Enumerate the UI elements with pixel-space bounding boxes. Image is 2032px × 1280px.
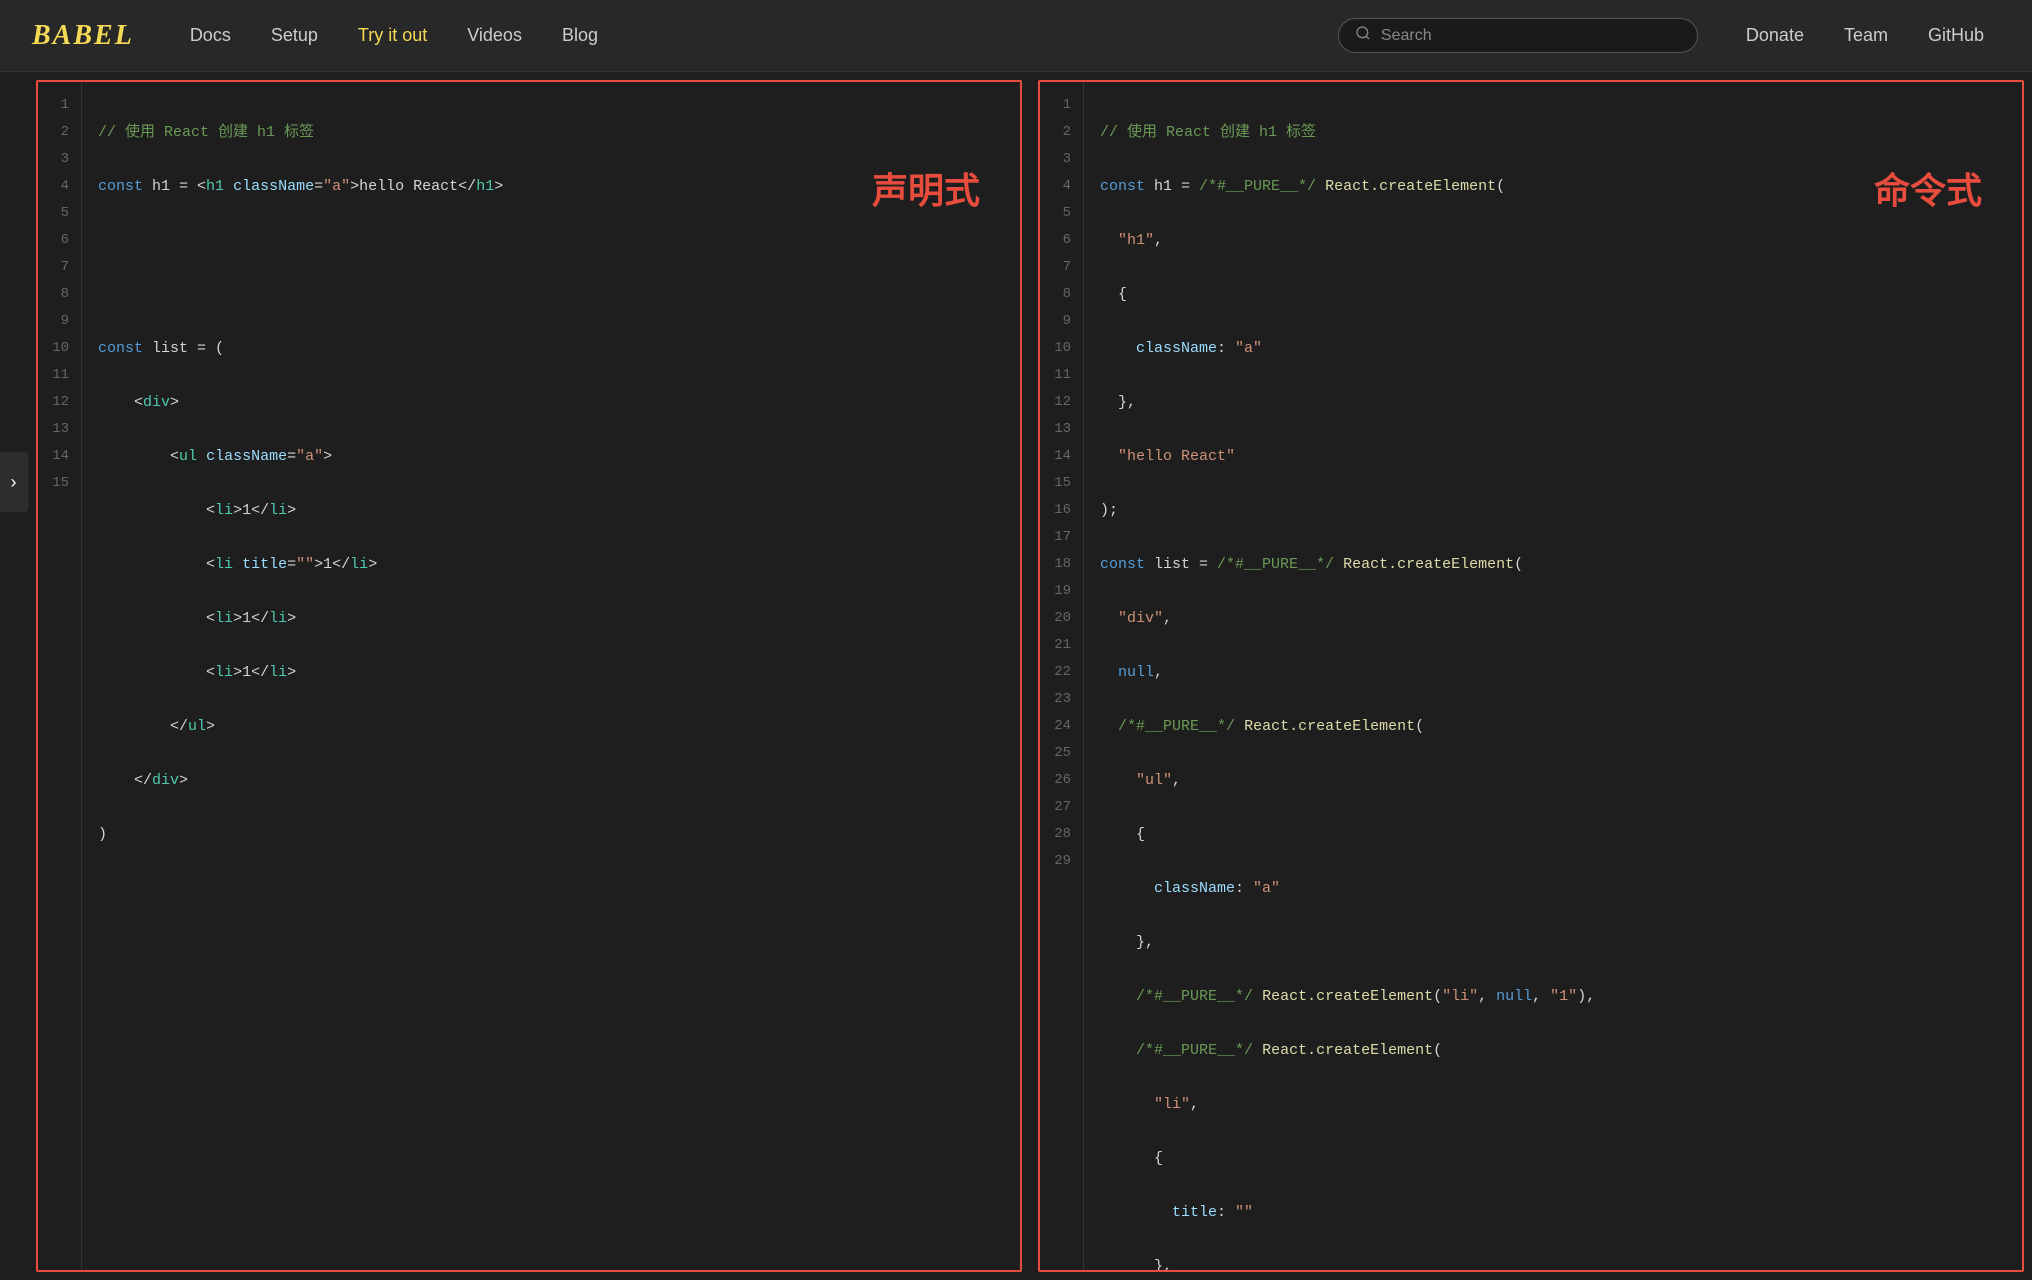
right-code-content[interactable]: // 使用 React 创建 h1 标签 const h1 = /*#__PUR… — [1084, 82, 2022, 1270]
nav-docs[interactable]: Docs — [174, 17, 247, 54]
nav-try-it-out[interactable]: Try it out — [342, 17, 443, 54]
right-line-numbers: 12345 678910 1112131415 1617181920 21222… — [1040, 82, 1084, 1270]
nav-links: Docs Setup Try it out Videos Blog — [174, 17, 1306, 54]
nav-github[interactable]: GitHub — [1912, 17, 2000, 54]
nav-right: Donate Team GitHub — [1730, 17, 2000, 54]
right-code-editor[interactable]: 12345 678910 1112131415 1617181920 21222… — [1040, 82, 2022, 1270]
nav-team[interactable]: Team — [1828, 17, 1904, 54]
left-code-panel: 声明式 12345 678910 1112131415 // 使用 React … — [36, 80, 1022, 1272]
left-code-editor[interactable]: 12345 678910 1112131415 // 使用 React 创建 h… — [38, 82, 1020, 1270]
nav-blog[interactable]: Blog — [546, 17, 614, 54]
logo-text: BABEL — [32, 20, 134, 51]
code-panels: 声明式 12345 678910 1112131415 // 使用 React … — [28, 72, 2032, 1280]
logo[interactable]: BABEL — [32, 20, 134, 52]
main-content: › 声明式 12345 678910 1112131415 // 使用 Reac… — [0, 72, 2032, 1280]
nav-donate[interactable]: Donate — [1730, 17, 1820, 54]
search-box[interactable] — [1338, 18, 1698, 53]
navbar: BABEL Docs Setup Try it out Videos Blog … — [0, 0, 2032, 72]
sidebar-toggle[interactable]: › — [0, 452, 28, 512]
search-icon — [1355, 25, 1371, 46]
left-line-numbers: 12345 678910 1112131415 — [38, 82, 82, 1270]
search-input[interactable] — [1381, 27, 1681, 45]
left-code-content[interactable]: // 使用 React 创建 h1 标签 const h1 = <h1 clas… — [82, 82, 1020, 1270]
chevron-right-icon: › — [11, 472, 17, 493]
nav-videos[interactable]: Videos — [451, 17, 538, 54]
right-code-panel: 命令式 12345 678910 1112131415 1617181920 2… — [1038, 80, 2024, 1272]
nav-setup[interactable]: Setup — [255, 17, 334, 54]
